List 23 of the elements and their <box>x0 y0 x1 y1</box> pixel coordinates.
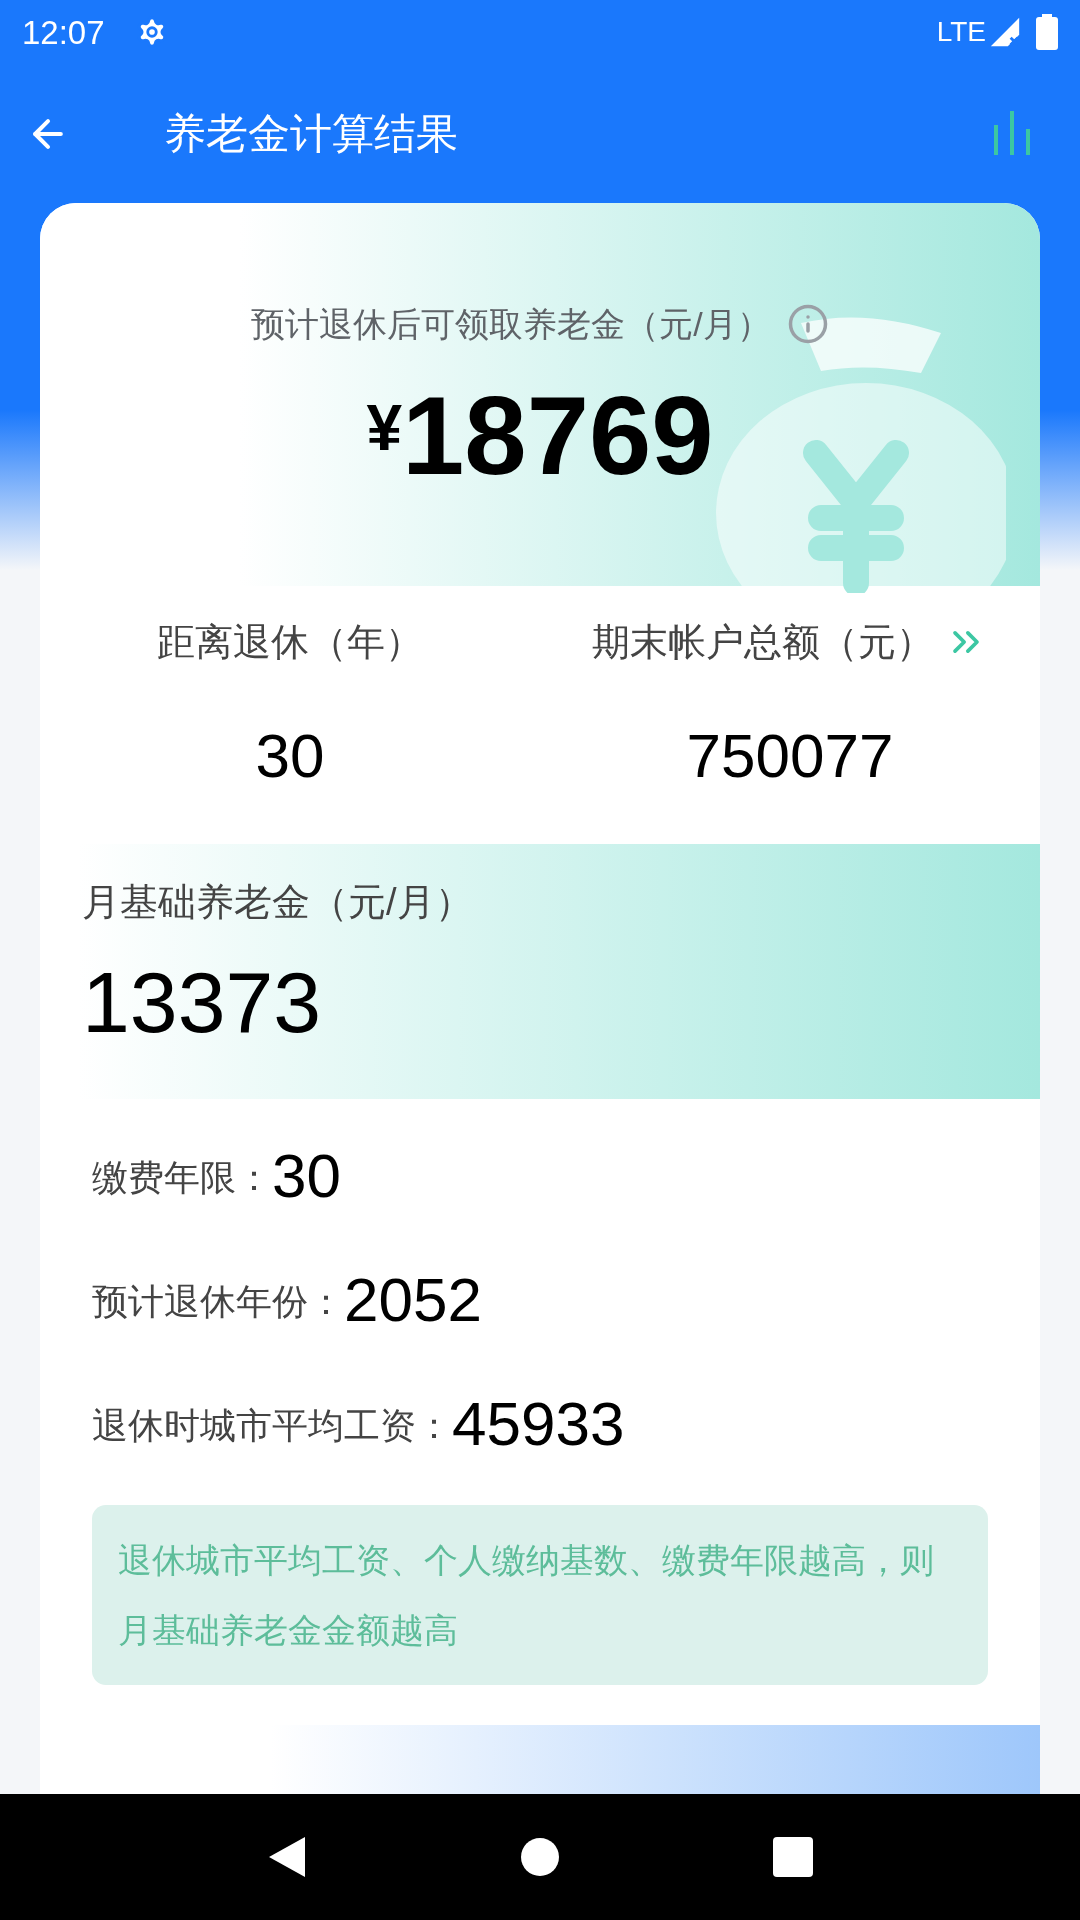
detail-label: 退休时城市平均工资： <box>92 1404 452 1449</box>
detail-label: 预计退休年份： <box>92 1280 344 1325</box>
detail-value: 30 <box>272 1145 341 1208</box>
tip-text: 退休城市平均工资、个人缴纳基数、缴费年限越高，则月基础养老金金额越高 <box>118 1541 934 1650</box>
network-label: LTE <box>936 15 986 50</box>
detail-label: 缴费年限： <box>92 1156 272 1201</box>
page-title: 养老金计算结果 <box>164 109 458 160</box>
info-icon[interactable] <box>786 303 829 346</box>
stat-label: 距离退休（年） <box>157 619 423 665</box>
basic-pension-label: 月基础养老金（元/月） <box>82 879 474 925</box>
status-time: 12:07 <box>22 12 105 53</box>
detail-value: 2052 <box>344 1269 482 1332</box>
detail-value: 45933 <box>452 1393 625 1456</box>
stat-value: 750077 <box>686 719 894 792</box>
pension-label: 预计退休后可领取养老金（元/月） <box>251 303 771 345</box>
stat-value: 30 <box>255 719 325 792</box>
home-nav-icon[interactable] <box>520 1837 560 1877</box>
basic-pension-value: 13373 <box>82 958 323 1045</box>
pension-amount: 18769 <box>402 379 714 492</box>
battery-icon <box>1036 14 1058 51</box>
currency-symbol: ¥ <box>366 390 403 466</box>
recents-nav-icon[interactable] <box>773 1837 814 1877</box>
stat-label: 期末帐户总额（元） <box>592 619 934 665</box>
